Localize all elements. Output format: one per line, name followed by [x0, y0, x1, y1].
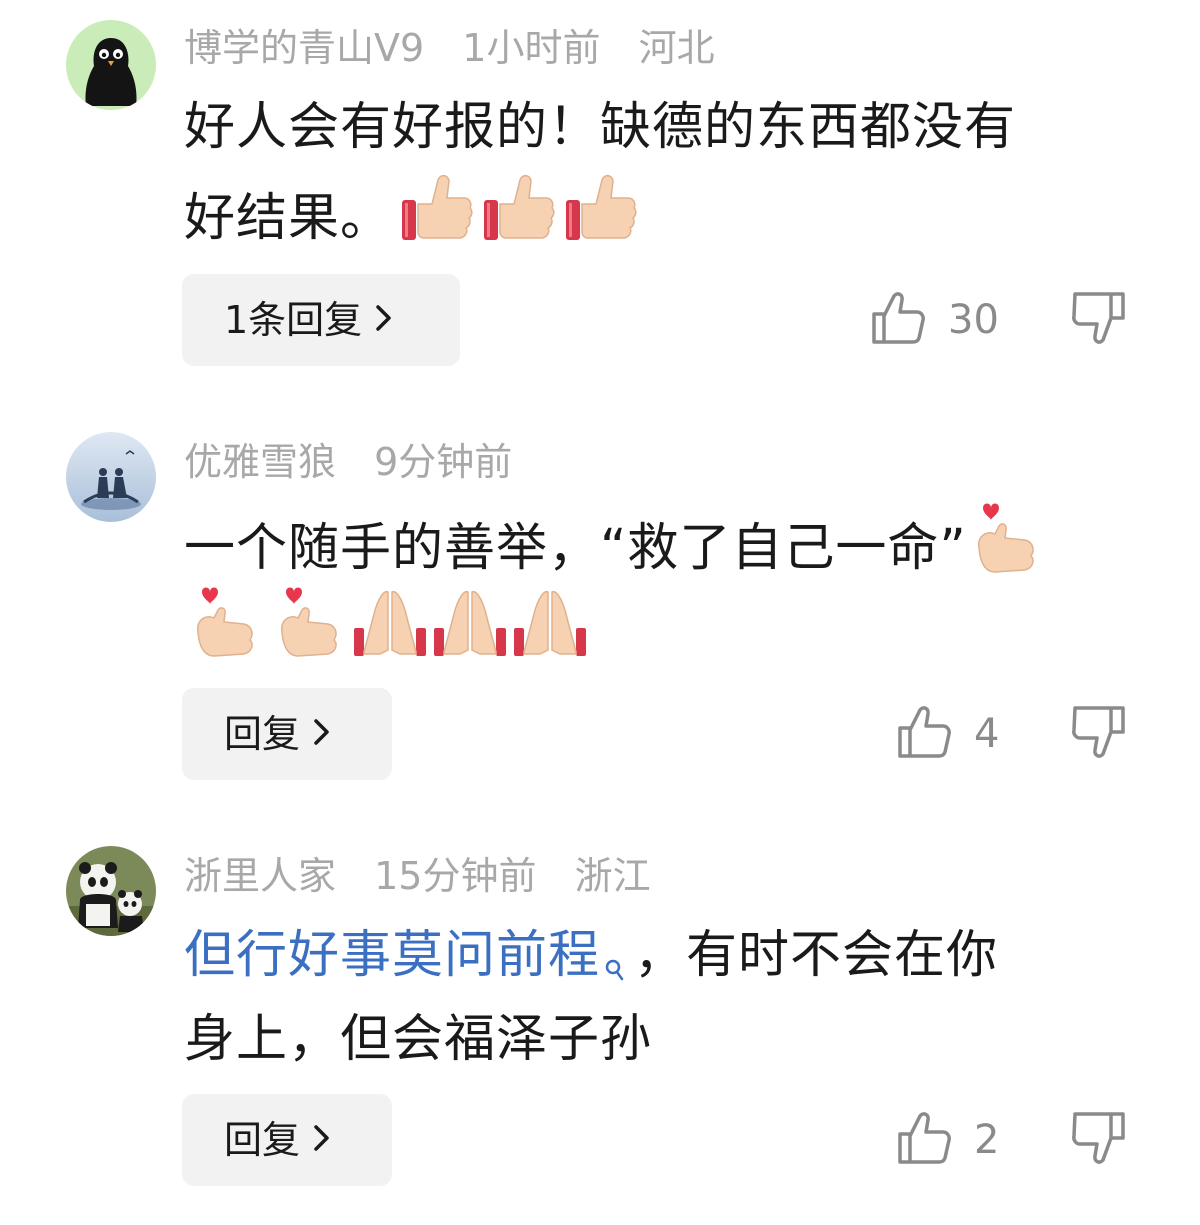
dislike-button[interactable]	[1070, 1094, 1128, 1186]
dislike-button[interactable]	[1070, 688, 1128, 780]
location: 河北	[638, 26, 715, 70]
reply-label: 回复	[224, 712, 301, 756]
thumbs-down-outline-icon	[1071, 1110, 1127, 1170]
like-count: 4	[974, 711, 1000, 757]
reply-button[interactable]: 回复	[182, 688, 392, 780]
thumbs-down-outline-icon	[1071, 704, 1127, 764]
comment-line: 好结果。	[184, 189, 393, 248]
reply-label: 1条回复	[224, 298, 363, 342]
finger-heart-emoji-icon	[969, 500, 1039, 602]
like-count: 2	[974, 1117, 1000, 1163]
thumbs-up-outline-icon	[870, 290, 926, 350]
comment-line: 但行好事莫问前程 ，有时不会在你	[184, 914, 1144, 998]
like-count: 30	[948, 297, 999, 343]
comment-meta: 优雅雪狼 9分钟前	[184, 434, 538, 490]
thumbs-up-emoji-icon	[398, 170, 474, 272]
search-keyword-link[interactable]: 但行好事莫问前程	[184, 926, 600, 985]
finger-heart-emoji-icon	[272, 584, 342, 686]
folded-hands-emoji-icon	[430, 584, 510, 686]
like-button[interactable]: 4	[896, 688, 999, 780]
chevron-right-icon	[312, 688, 332, 780]
dislike-button[interactable]	[1070, 274, 1128, 366]
username[interactable]: 优雅雪狼	[184, 440, 336, 484]
comment-line-with-emoji: 好结果。	[184, 170, 1144, 254]
comment-meta: 浙里人家 15分钟前 浙江	[184, 848, 677, 904]
reply-label: 回复	[224, 1118, 301, 1162]
thumbs-up-outline-icon	[896, 1110, 952, 1170]
chevron-right-icon	[374, 274, 394, 366]
folded-hands-emoji-icon	[350, 584, 430, 686]
avatar[interactable]	[66, 846, 156, 936]
thumbs-down-outline-icon	[1071, 290, 1127, 350]
thumbs-up-outline-icon	[896, 704, 952, 764]
like-button[interactable]: 30	[870, 274, 999, 366]
avatar[interactable]	[66, 432, 156, 522]
comment-line: 好人会有好报的！缺德的东西都没有	[184, 98, 1017, 157]
username[interactable]: 博学的青山V9	[184, 26, 424, 70]
comment-text: 但行好事莫问前程 ，有时不会在你 身上，但会福泽子孙	[184, 914, 1144, 1082]
comment-text: 一个随手的善举，“救了自己一命”	[184, 500, 1144, 668]
avatar[interactable]	[66, 20, 156, 110]
timestamp: 9分钟前	[374, 440, 513, 484]
panda-avatar-icon	[66, 846, 156, 936]
chevron-right-icon	[312, 1094, 332, 1186]
thumbs-up-emoji-icon	[480, 170, 556, 272]
comment-meta: 博学的青山V9 1小时前 河北	[184, 20, 741, 76]
timestamp: 1小时前	[462, 26, 601, 70]
comment-line-with-emoji: 一个随手的善举，“救了自己一命”	[184, 500, 1144, 584]
comment-text-rest: ，有时不会在你	[634, 926, 999, 985]
username[interactable]: 浙里人家	[184, 854, 336, 898]
reply-button[interactable]: 回复	[182, 1094, 392, 1186]
comment-line: 身上，但会福泽子孙	[184, 1010, 653, 1069]
timestamp: 15分钟前	[374, 854, 537, 898]
like-button[interactable]: 2	[896, 1094, 999, 1186]
couple-bridge-avatar-icon	[66, 432, 156, 522]
reply-button[interactable]: 1条回复	[182, 274, 460, 366]
comment-line: 一个随手的善举，“救了自己一命”	[184, 519, 967, 578]
folded-hands-emoji-icon	[510, 584, 590, 686]
bird-avatar-icon	[66, 20, 156, 110]
location: 浙江	[574, 854, 651, 898]
thumbs-up-emoji-icon	[562, 170, 638, 272]
comment-text: 好人会有好报的！缺德的东西都没有 好结果。	[184, 86, 1144, 254]
finger-heart-emoji-icon	[188, 584, 258, 686]
